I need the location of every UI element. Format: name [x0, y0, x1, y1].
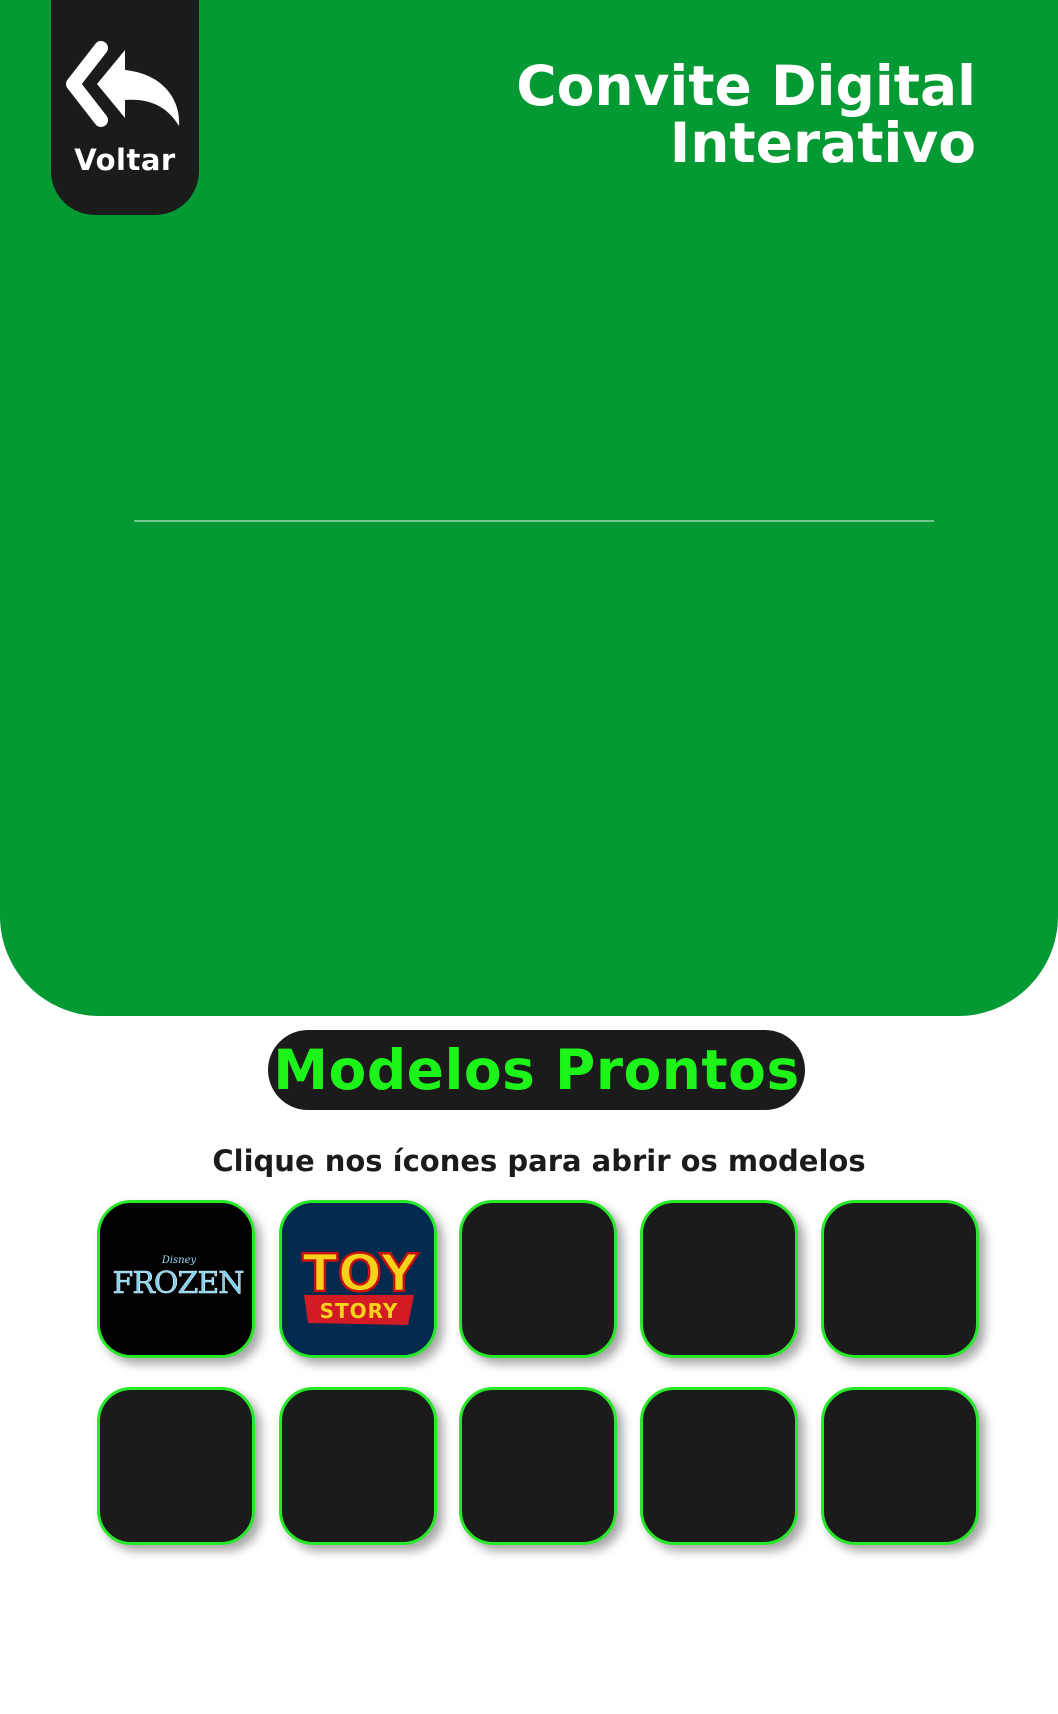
model-tile-empty[interactable]: [821, 1200, 979, 1358]
page-title: Convite Digital Interativo: [516, 58, 976, 172]
instruction-text: Clique nos ícones para abrir os modelos: [212, 1144, 866, 1178]
page: Voltar Convite Digital Interativo Modelo…: [0, 0, 1058, 1714]
frozen-logo-icon: Disney FROZEN: [100, 1203, 252, 1355]
title-line-1: Convite Digital: [516, 54, 976, 118]
model-tile-empty[interactable]: [821, 1387, 979, 1545]
toy-story-logo-line2: STORY: [320, 1299, 399, 1323]
back-button[interactable]: Voltar: [51, 0, 199, 215]
model-tile-empty[interactable]: [640, 1387, 798, 1545]
model-tile-empty[interactable]: [97, 1387, 255, 1545]
frozen-logo-small: Disney: [161, 1255, 197, 1266]
title-line-2: Interativo: [669, 111, 976, 175]
section-heading-pill: Modelos Prontos: [268, 1030, 805, 1110]
section-heading: Modelos Prontos: [273, 1038, 800, 1102]
back-arrow-icon: [66, 41, 180, 127]
model-tile-empty[interactable]: [459, 1200, 617, 1358]
model-tile-toy-story[interactable]: TOY STORY: [279, 1200, 437, 1358]
back-label: Voltar: [74, 143, 176, 177]
model-tile-frozen[interactable]: Disney FROZEN: [97, 1200, 255, 1358]
toy-story-logo-icon: TOY STORY: [282, 1203, 434, 1355]
hero-banner: Voltar Convite Digital Interativo: [0, 0, 1058, 1016]
model-tile-empty[interactable]: [459, 1387, 617, 1545]
model-tile-empty[interactable]: [640, 1200, 798, 1358]
divider: [134, 520, 934, 522]
frozen-logo-text: FROZEN: [113, 1266, 244, 1301]
model-tile-empty[interactable]: [279, 1387, 437, 1545]
